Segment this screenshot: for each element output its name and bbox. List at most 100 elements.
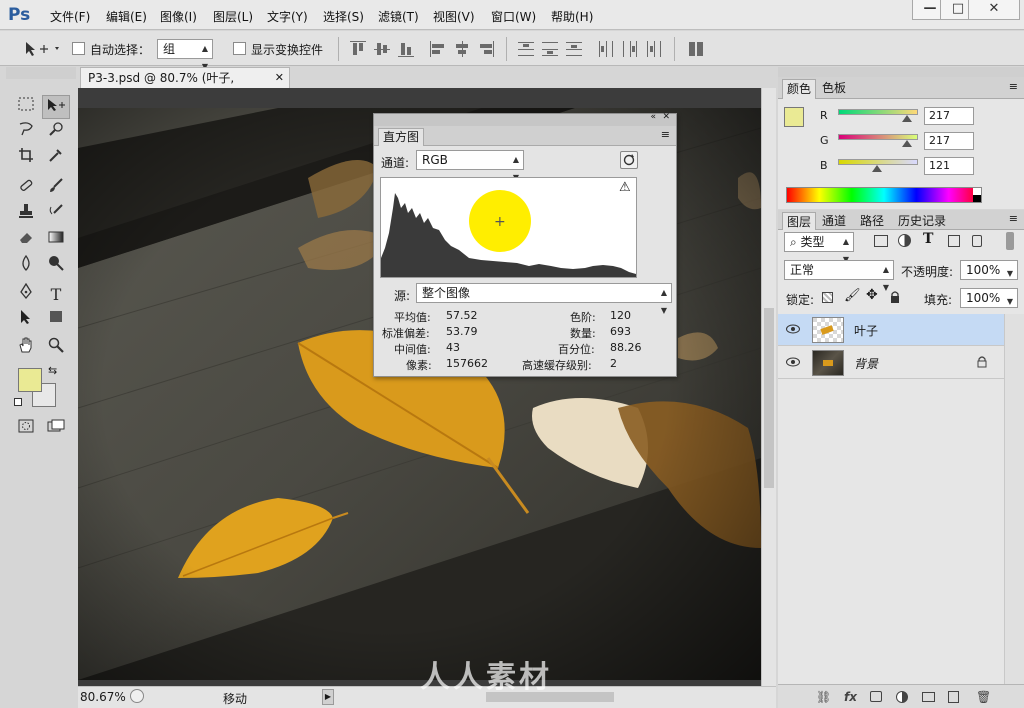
slider-knob[interactable] [902,140,913,147]
spot-healing-tool[interactable] [12,177,40,201]
panel-menu-icon[interactable]: ≡ [661,128,670,141]
layer-name[interactable]: 叶子 [854,322,878,339]
fill-field[interactable]: 100% ▼ [960,288,1018,308]
channel-r-slider[interactable] [838,109,918,122]
document-tab[interactable]: P3-3.psd @ 80.7% (叶子, RGB/8#) ✕ [80,67,290,105]
move-tool-preset[interactable] [24,39,62,59]
menu-view[interactable]: 视图(V) [433,8,475,25]
tab-color[interactable]: 颜色 [782,79,817,99]
visibility-eye-icon[interactable] [786,357,800,367]
lock-all-icon[interactable] [890,291,900,303]
clone-stamp-tool[interactable] [12,203,40,227]
blend-mode-dropdown[interactable]: 正常 ▲ ▼ [784,260,894,292]
menu-file[interactable]: 文件(F) [50,8,90,25]
menu-filter[interactable]: 滤镜(T) [378,8,419,25]
lock-paint-icon[interactable]: 🖌 [844,288,861,303]
layer-row-background[interactable]: 背景 [778,347,1004,379]
tab-swatches[interactable]: 色板 [818,79,850,99]
menu-image[interactable]: 图像(I) [160,8,197,25]
histogram-panel-header[interactable]: « ✕ [374,112,676,126]
vertical-scrollbar[interactable] [761,88,776,686]
close-tab-icon[interactable]: ✕ [275,68,284,88]
menu-select[interactable]: 选择(S) [323,8,364,25]
channel-g-value[interactable]: 217 [924,132,974,150]
foreground-color-swatch[interactable] [18,368,42,392]
crop-tool[interactable] [12,147,40,171]
eyedropper-tool[interactable] [42,147,70,171]
distribute-bottom-icon[interactable] [566,41,582,57]
panel-menu-icon[interactable]: ≡ [1009,80,1018,93]
filter-shape-icon[interactable] [948,235,960,247]
align-right-icon[interactable] [478,41,494,57]
gradient-tool[interactable] [42,229,70,253]
channel-g-slider[interactable] [838,134,918,147]
close-panel-icon[interactable]: ✕ [662,112,670,122]
pen-tool[interactable] [12,282,40,307]
channel-dropdown[interactable]: RGB ▲▼ [416,150,524,182]
layer-row-leaf[interactable]: 叶子 [778,314,1004,346]
tab-channels[interactable]: 通道 [818,212,850,232]
screen-mode-tool[interactable] [42,417,70,441]
distribute-vcenter-icon[interactable] [542,41,558,57]
distribute-left-icon[interactable] [598,41,614,57]
align-top-icon[interactable] [350,41,366,57]
channel-b-slider[interactable] [838,159,918,172]
mask-icon[interactable] [870,691,882,702]
slider-knob[interactable] [871,165,882,172]
channel-r-value[interactable]: 217 [924,107,974,125]
trash-icon[interactable]: 🗑 [976,690,991,704]
color-spectrum-bar[interactable] [786,187,982,203]
distribute-hcenter-icon[interactable] [622,41,638,57]
hand-tool[interactable] [12,337,40,361]
quick-select-tool[interactable] [42,121,70,145]
filter-smart-object-icon[interactable] [972,235,982,247]
foreground-color-swatch[interactable] [784,107,804,127]
opacity-field[interactable]: 100% ▼ [960,260,1018,280]
filter-pixel-icon[interactable] [874,235,888,247]
eraser-tool[interactable] [12,229,40,253]
adjustment-icon[interactable] [896,691,908,703]
panel-menu-icon[interactable]: ≡ [1009,212,1018,225]
layers-scrollbar[interactable] [1004,314,1024,684]
refresh-histogram-button[interactable] [620,151,638,169]
menu-window[interactable]: 窗口(W) [491,8,536,25]
swap-colors-icon[interactable]: ⇆ [48,364,57,377]
filter-adjustment-icon[interactable] [898,234,911,247]
filter-toggle[interactable] [1006,232,1014,250]
menu-edit[interactable]: 编辑(E) [106,8,147,25]
status-menu-icon[interactable] [130,689,144,703]
align-bottom-icon[interactable] [398,41,414,57]
group-icon[interactable] [922,692,935,702]
auto-align-layers-icon[interactable] [688,41,704,57]
tab-paths[interactable]: 路径 [856,212,888,232]
move-tool[interactable] [42,95,70,119]
distribute-top-icon[interactable] [518,41,534,57]
quick-mask-tool[interactable] [12,417,40,441]
collapse-icon[interactable]: « [650,112,656,122]
zoom-tool[interactable] [42,337,70,361]
dodge-tool[interactable] [42,255,70,279]
layer-filter-dropdown[interactable]: ⌕ 类型 ▲▼ [784,232,854,264]
brush-tool[interactable] [42,177,70,201]
visibility-eye-icon[interactable] [786,324,800,334]
auto-select-dropdown[interactable]: 组 ▲▼ [157,39,213,71]
menu-type[interactable]: 文字(Y) [267,8,308,25]
tools-panel-header[interactable] [6,67,76,79]
align-hcenter-icon[interactable] [454,41,470,57]
distribute-right-icon[interactable] [646,41,662,57]
vertical-scroll-thumb[interactable] [764,308,774,488]
channel-b-value[interactable]: 121 [924,157,974,175]
type-tool[interactable]: T [42,283,70,307]
path-select-tool[interactable] [12,309,40,333]
tab-layers[interactable]: 图层 [782,212,817,232]
status-arrow-icon[interactable]: ▶ [322,689,334,705]
slider-knob[interactable] [902,115,913,122]
lock-position-icon[interactable]: ✥ [866,287,878,303]
lock-transparent-icon[interactable] [822,292,833,303]
close-window-button[interactable]: ✕ [968,0,1020,20]
new-layer-icon[interactable] [948,691,959,703]
horizontal-scrollbar[interactable] [336,689,774,705]
link-icon[interactable]: ⛓ [816,690,831,704]
default-colors-icon[interactable] [14,398,22,406]
blur-tool[interactable] [12,254,40,279]
